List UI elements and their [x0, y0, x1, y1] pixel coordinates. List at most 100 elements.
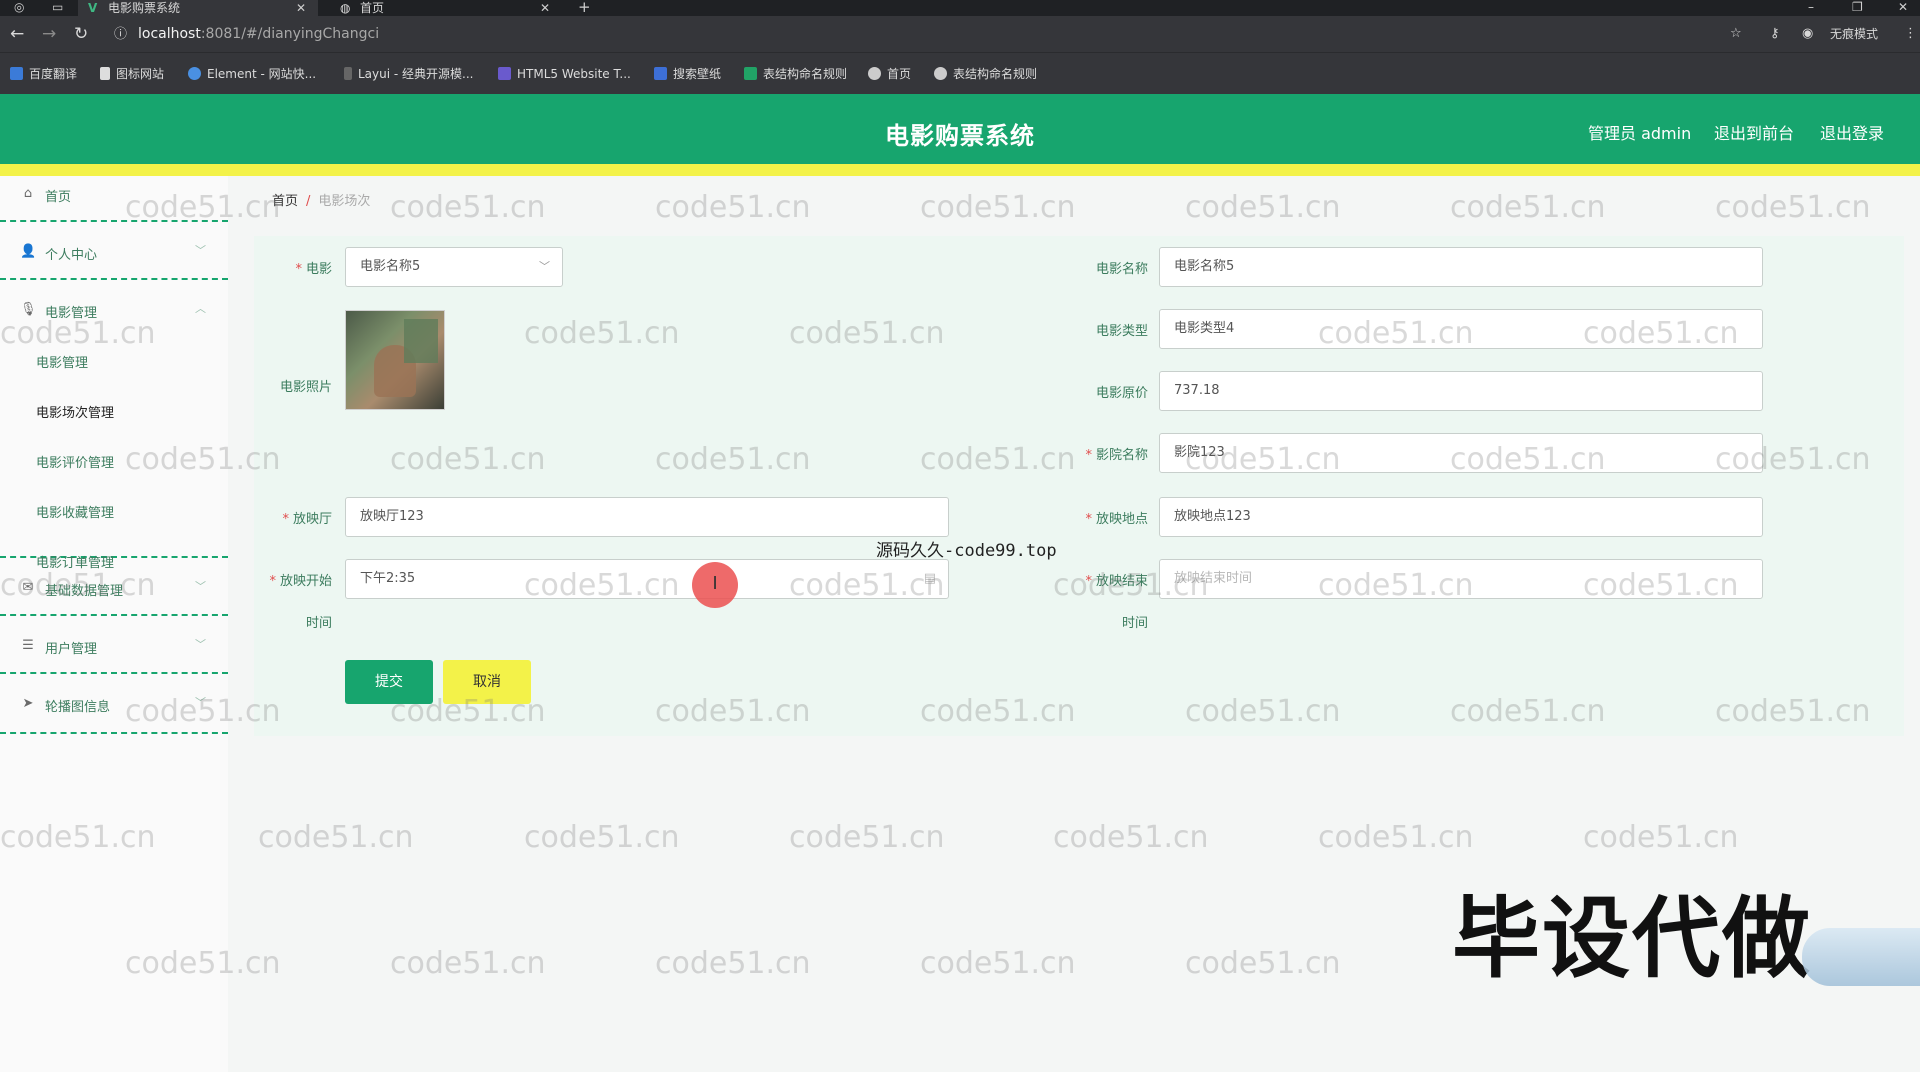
breadcrumb-current: 电影场次 [318, 194, 371, 209]
new-tab-button[interactable]: + [578, 0, 591, 15]
location-label: * 放映地点 [1085, 512, 1148, 527]
movie-name-input[interactable]: 电影名称5 [1159, 247, 1763, 287]
chevron-down-icon: ﹀ [195, 244, 206, 257]
sidebar-sub-movie[interactable]: 电影管理 [36, 352, 88, 371]
header-accent-bar [0, 164, 1920, 176]
end-time-picker[interactable]: 放映结束时间 [1159, 559, 1763, 599]
bookmark-item[interactable]: 搜索壁纸 [654, 66, 721, 82]
admin-label: 管理员 admin [1588, 124, 1692, 143]
app-header: 电影购票系统 管理员 admin 退出到前台 退出登录 [0, 94, 1920, 164]
submit-button[interactable]: 提交 [345, 660, 433, 704]
flag-icon [100, 67, 110, 80]
breadcrumb-home[interactable]: 首页 [272, 194, 298, 209]
floating-widget-icon[interactable] [1802, 928, 1920, 986]
sidebar: ⌂ 首页 👤 个人中心 ﹀ 🎙 电影管理 ︿ 电影管理 电影场次管理 电影评价管… [0, 176, 228, 1072]
bookmark-item[interactable]: 表结构命名规则 [744, 66, 847, 82]
close-icon[interactable]: ✕ [540, 0, 550, 16]
sidebar-item-profile[interactable]: 👤 个人中心 ﹀ [0, 224, 228, 280]
chevron-up-icon: ︿ [195, 302, 206, 315]
start-time-picker[interactable]: 下午2:35 ▤ [345, 559, 949, 599]
sidebar-item-carousel[interactable]: ➤ 轮播图信息 ﹀ [0, 676, 228, 734]
incognito-label: 无痕模式 [1830, 27, 1879, 41]
layui-icon [344, 67, 352, 80]
chevron-down-icon: ﹀ [195, 580, 206, 593]
url-field[interactable]: localhost:8081/#/dianyingChangci [138, 25, 379, 43]
globe-icon [934, 67, 947, 80]
bookmarks-bar: 百度翻译 图标网站 Element - 网站快... Layui - 经典开源模… [0, 52, 1920, 94]
browser-menu-icon[interactable]: ◎ [14, 0, 24, 14]
chevron-down-icon: ﹀ [195, 638, 206, 651]
bookmark-item[interactable]: 百度翻译 [10, 66, 77, 82]
close-icon[interactable]: ✕ [296, 0, 306, 16]
source-watermark-text: 源码久久-code99.top [876, 541, 1057, 561]
sheet-icon [744, 67, 757, 80]
text-cursor-icon: I [712, 573, 718, 594]
more-menu-icon[interactable]: ⋮ [1904, 25, 1917, 43]
send-icon: ➤ [22, 696, 34, 711]
info-icon[interactable]: ⓘ [114, 25, 127, 45]
address-bar: ← → ↻ ⓘ localhost:8081/#/dianyingChangci… [0, 16, 1920, 52]
sidebar-item-basic-data[interactable]: ✉ 基础数据管理 ﹀ [0, 560, 228, 616]
translate-icon [10, 67, 23, 80]
exit-to-front-link[interactable]: 退出到前台 [1714, 120, 1794, 144]
location-input[interactable]: 放映地点123 [1159, 497, 1763, 537]
forward-icon[interactable]: → [42, 24, 56, 44]
hall-label: * 放映厅 [282, 512, 332, 527]
price-input[interactable]: 737.18 [1159, 371, 1763, 411]
start-time-label-2: 时间 [305, 616, 332, 631]
sidebar-item-home[interactable]: ⌂ 首页 [0, 176, 228, 222]
movie-type-label: 电影类型 [1095, 324, 1148, 339]
window-close-icon[interactable]: ✕ [1898, 0, 1908, 14]
microphone-icon: 🎙 [20, 302, 37, 317]
sidebar-sub-review[interactable]: 电影评价管理 [36, 452, 114, 471]
tab-home[interactable]: ◍ 首页 ✕ [330, 0, 562, 16]
price-label: 电影原价 [1095, 386, 1148, 401]
cursor-highlight: I [692, 562, 738, 608]
chevron-down-icon: ﹀ [195, 696, 206, 709]
promo-text: 毕设代做 [1452, 887, 1813, 990]
globe-icon: ◍ [340, 1, 351, 15]
chevron-down-icon: ﹀ [539, 260, 550, 273]
movie-name-label: 电影名称 [1095, 262, 1148, 277]
bookmark-item[interactable]: HTML5 Website T... [498, 66, 631, 82]
end-time-label: * 放映结束 [1085, 574, 1148, 589]
movie-select[interactable]: 电影名称5 ﹀ [345, 247, 563, 287]
minimize-icon[interactable]: – [1808, 0, 1814, 14]
breadcrumb: 首页 / 电影场次 [272, 190, 370, 209]
key-icon[interactable]: ⚷ [1770, 25, 1780, 43]
bookmark-item[interactable]: 表结构命名规则 [934, 66, 1037, 82]
home-icon: ⌂ [23, 186, 33, 201]
breadcrumb-separator: / [306, 194, 311, 209]
sidebar-sub-session[interactable]: 电影场次管理 [36, 402, 114, 421]
hall-input[interactable]: 放映厅123 [345, 497, 949, 537]
movie-label: * 电影 [295, 262, 332, 277]
bookmark-item[interactable]: 图标网站 [100, 66, 164, 82]
star-icon[interactable]: ☆ [1730, 25, 1742, 43]
wallpaper-icon [654, 67, 667, 80]
tab-active[interactable]: V 电影购票系统 ✕ [78, 0, 318, 16]
browser-tab-bar: ◎ ▭ V 电影购票系统 ✕ ◍ 首页 ✕ + – ❐ ✕ [0, 0, 1920, 16]
restore-icon[interactable]: ❐ [1852, 0, 1863, 14]
cinema-label: * 影院名称 [1085, 448, 1148, 463]
mail-icon: ✉ [22, 580, 34, 595]
incognito-icon[interactable]: ◉ [1802, 25, 1813, 43]
cinema-input[interactable]: 影院123 [1159, 433, 1763, 473]
cancel-button[interactable]: 取消 [443, 660, 531, 704]
back-icon[interactable]: ← [10, 24, 24, 44]
window-icon[interactable]: ▭ [52, 0, 63, 14]
reload-icon[interactable]: ↻ [74, 24, 88, 44]
bookmark-item[interactable]: Element - 网站快... [188, 66, 316, 82]
menu-icon: ☰ [22, 638, 34, 653]
user-icon: 👤 [20, 244, 37, 259]
tab-title: 首页 [360, 1, 385, 15]
sidebar-item-users[interactable]: ☰ 用户管理 ﹀ [0, 618, 228, 674]
movie-type-input[interactable]: 电影类型4 [1159, 309, 1763, 349]
start-time-label: * 放映开始 [269, 574, 332, 589]
calendar-icon: ▤ [923, 571, 936, 586]
bookmark-item[interactable]: 首页 [868, 66, 911, 82]
vue-logo-icon: V [88, 1, 98, 15]
bookmark-item[interactable]: Layui - 经典开源模... [344, 66, 473, 82]
logout-link[interactable]: 退出登录 [1820, 120, 1884, 144]
photo-label: 电影照片 [279, 380, 332, 395]
sidebar-sub-favorite[interactable]: 电影收藏管理 [36, 502, 114, 521]
